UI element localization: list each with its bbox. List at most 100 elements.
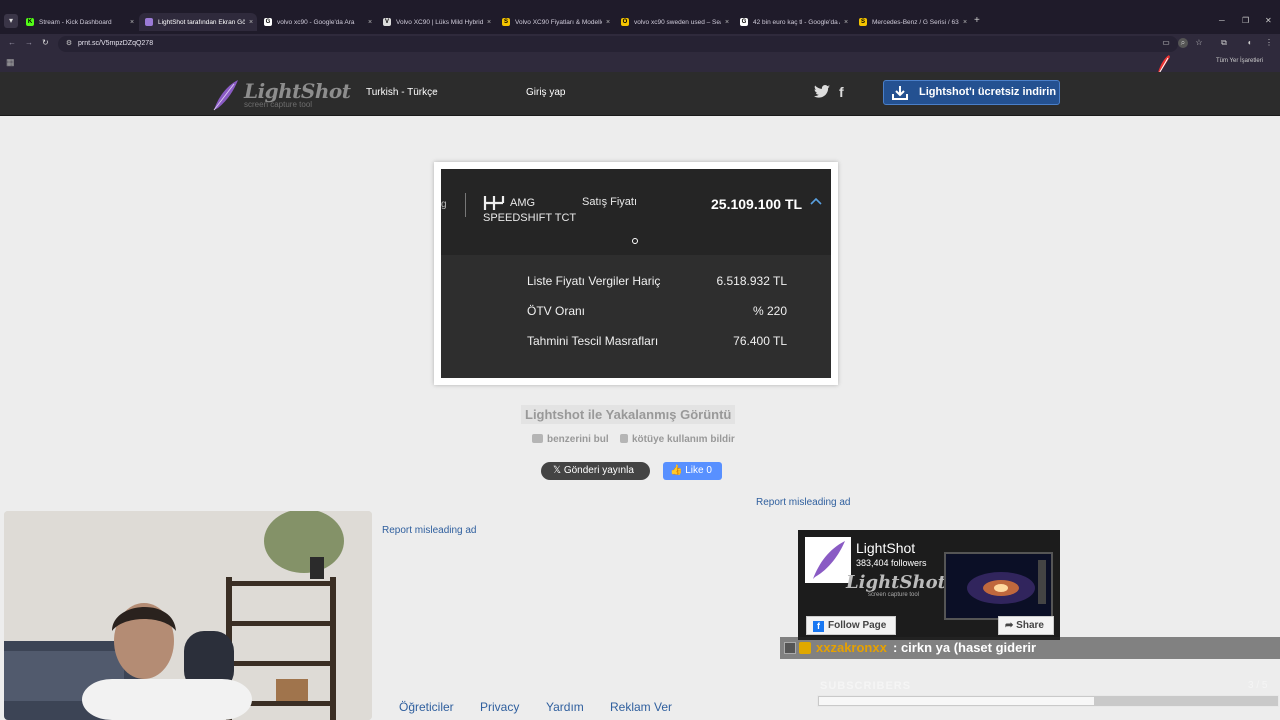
install-app-icon[interactable]: ▭: [1161, 38, 1171, 48]
price-row-label: Tahmini Tescil Masrafları: [527, 334, 659, 348]
report-ad-link[interactable]: Report misleading ad: [382, 525, 477, 536]
share-label[interactable]: Share: [1016, 620, 1044, 631]
report-abuse-link[interactable]: kötüye kullanım bildir: [620, 434, 735, 445]
flag-icon: [620, 434, 628, 443]
price-row-value: 76.400 TL: [733, 334, 787, 348]
extensions-icon[interactable]: ⧉: [1219, 38, 1229, 48]
report-abuse-label[interactable]: kötüye kullanım bildir: [632, 434, 735, 445]
follow-page-button[interactable]: f Follow Page: [806, 616, 896, 635]
price-row-value: % 220: [752, 304, 787, 318]
speedshift-label: SPEEDSHIFT TCT: [483, 212, 577, 224]
close-icon[interactable]: ×: [126, 19, 138, 26]
subscribers-label: SUBSCRIBERS: [820, 680, 912, 692]
all-bookmarks-label[interactable]: Tüm Yer İşaretleri: [1216, 58, 1263, 64]
lightshot-feather-icon: [813, 541, 845, 579]
close-window-icon[interactable]: ✕: [1265, 16, 1272, 25]
close-icon[interactable]: ×: [364, 19, 376, 26]
facebook-icon[interactable]: f: [839, 84, 844, 100]
tab-label: Volvo XC90 | Lüks Mild Hybrid: [396, 18, 483, 26]
tweet-label[interactable]: Gönderi yayınla: [564, 465, 634, 476]
share-button[interactable]: ➦ Share: [998, 616, 1054, 635]
price-row-label: ÖTV Oranı: [527, 304, 586, 318]
site-header: [0, 72, 1280, 116]
tab-label: 42 bin euro kaç tl - Google'da A: [753, 18, 840, 26]
reload-icon[interactable]: ↻: [42, 38, 49, 47]
gearbox-icon: [483, 196, 505, 210]
tab-label: Volvo XC90 Fiyatları & Modelleri: [515, 18, 602, 26]
tab-kick-dashboard[interactable]: K Stream - Kick Dashboard ×: [20, 13, 138, 31]
footer-link-help[interactable]: Yardım: [546, 700, 584, 714]
bookmark-star-icon[interactable]: ☆: [1194, 38, 1204, 48]
download-icon: [892, 86, 908, 100]
footer-link-privacy[interactable]: Privacy: [480, 700, 519, 714]
share-icon: ➦: [1005, 620, 1017, 631]
url-text[interactable]: prnt.sc/V5mpzDZqQ278: [78, 40, 153, 47]
chevron-down-icon[interactable]: ▼: [432, 89, 438, 95]
divider: [465, 193, 466, 217]
google-favicon-icon: G: [740, 18, 748, 26]
sale-price-value: 25.109.100 TL: [711, 196, 803, 212]
kick-favicon-icon: K: [26, 18, 34, 26]
tab-label: volvo xc90 sweden used – Sear: [634, 18, 721, 26]
forward-icon[interactable]: →: [25, 38, 33, 47]
tab-mercedes-g[interactable]: S Mercedes-Benz / G Serisi / 63 A ×: [853, 13, 971, 31]
close-icon[interactable]: ×: [959, 19, 971, 26]
follow-label[interactable]: Follow Page: [828, 620, 886, 631]
page-avatar[interactable]: [805, 537, 851, 583]
close-icon[interactable]: ×: [245, 19, 257, 26]
close-icon[interactable]: ×: [840, 19, 852, 26]
sale-price-label: Satış Fiyatı: [582, 196, 638, 208]
profile-icon[interactable]: ◐: [1245, 38, 1255, 48]
volvo-favicon-icon: V: [383, 18, 391, 26]
menu-icon[interactable]: ⋮: [1264, 38, 1274, 48]
apps-grid-icon[interactable]: ▦: [6, 58, 15, 67]
find-similar-label[interactable]: benzerini bul: [547, 434, 609, 445]
sahibinden-favicon-icon: S: [502, 18, 510, 26]
bookmarks-bar: [0, 54, 1280, 72]
search-favicon-icon: O: [621, 18, 629, 26]
webcam-image: [4, 511, 372, 720]
tab-search-button[interactable]: ▾: [4, 14, 18, 28]
chevron-up-icon: [810, 197, 822, 205]
download-label[interactable]: Lightshot'ı ücretsiz indirin: [919, 86, 1056, 98]
amg-label: AMG: [510, 197, 536, 209]
thumbs-up-icon: 👍: [670, 465, 686, 476]
price-row-label: Liste Fiyatı Vergiler Hariç: [527, 274, 661, 288]
report-ad-link[interactable]: Report misleading ad: [756, 497, 851, 508]
site-info-icon[interactable]: ⚙: [64, 39, 74, 49]
close-icon[interactable]: ×: [483, 19, 495, 26]
address-bar[interactable]: [58, 36, 1178, 52]
find-similar-link[interactable]: benzerini bul: [532, 434, 609, 445]
tab-volvo-xc90[interactable]: V Volvo XC90 | Lüks Mild Hybrid ×: [377, 13, 495, 31]
tab-lightshot[interactable]: LightShot tarafından Ekran Görü ×: [139, 13, 257, 31]
close-icon[interactable]: ×: [721, 19, 733, 26]
moderator-badge-icon: [784, 642, 796, 654]
tab-google-volvo[interactable]: G volvo xc90 - Google'da Ara ×: [258, 13, 376, 31]
subscriber-badge-icon: [799, 642, 811, 654]
minimize-icon[interactable]: ─: [1219, 16, 1225, 25]
zoom-icon[interactable]: ⌕: [1178, 38, 1188, 48]
maximize-icon[interactable]: ❐: [1242, 16, 1249, 25]
tab-label: volvo xc90 - Google'da Ara: [277, 18, 355, 26]
login-link[interactable]: Giriş yap: [526, 87, 565, 98]
galaxy-image: [946, 554, 1051, 618]
like-button[interactable]: 👍 Like 0: [663, 462, 722, 480]
footer-link-advertise[interactable]: Reklam Ver: [610, 700, 672, 714]
cover-logo-subtitle: screen capture tool: [868, 592, 920, 598]
tweet-button[interactable]: 𝕏 Gönderi yayınla: [541, 462, 650, 480]
logo-subtitle: screen capture tool: [244, 100, 313, 109]
back-icon[interactable]: ←: [8, 38, 16, 47]
close-icon[interactable]: ×: [602, 19, 614, 26]
like-label[interactable]: Like 0: [685, 465, 712, 476]
footer-link-tutorials[interactable]: Öğreticiler: [399, 700, 454, 714]
subscribers-progress-fill: [819, 697, 1094, 705]
tab-euro-tl[interactable]: G 42 bin euro kaç tl - Google'da A ×: [734, 13, 852, 31]
price-row-value: 6.518.932 TL: [716, 274, 787, 288]
language-select[interactable]: Turkish - Türkçe: [366, 87, 438, 98]
page-name[interactable]: LightShot: [856, 540, 915, 556]
tab-volvo-sweden[interactable]: O volvo xc90 sweden used – Sear ×: [615, 13, 733, 31]
twitter-icon[interactable]: [814, 85, 830, 99]
new-tab-button[interactable]: +: [974, 15, 980, 26]
tab-volvo-prices[interactable]: S Volvo XC90 Fiyatları & Modelleri ×: [496, 13, 614, 31]
camera-icon: [532, 434, 543, 443]
